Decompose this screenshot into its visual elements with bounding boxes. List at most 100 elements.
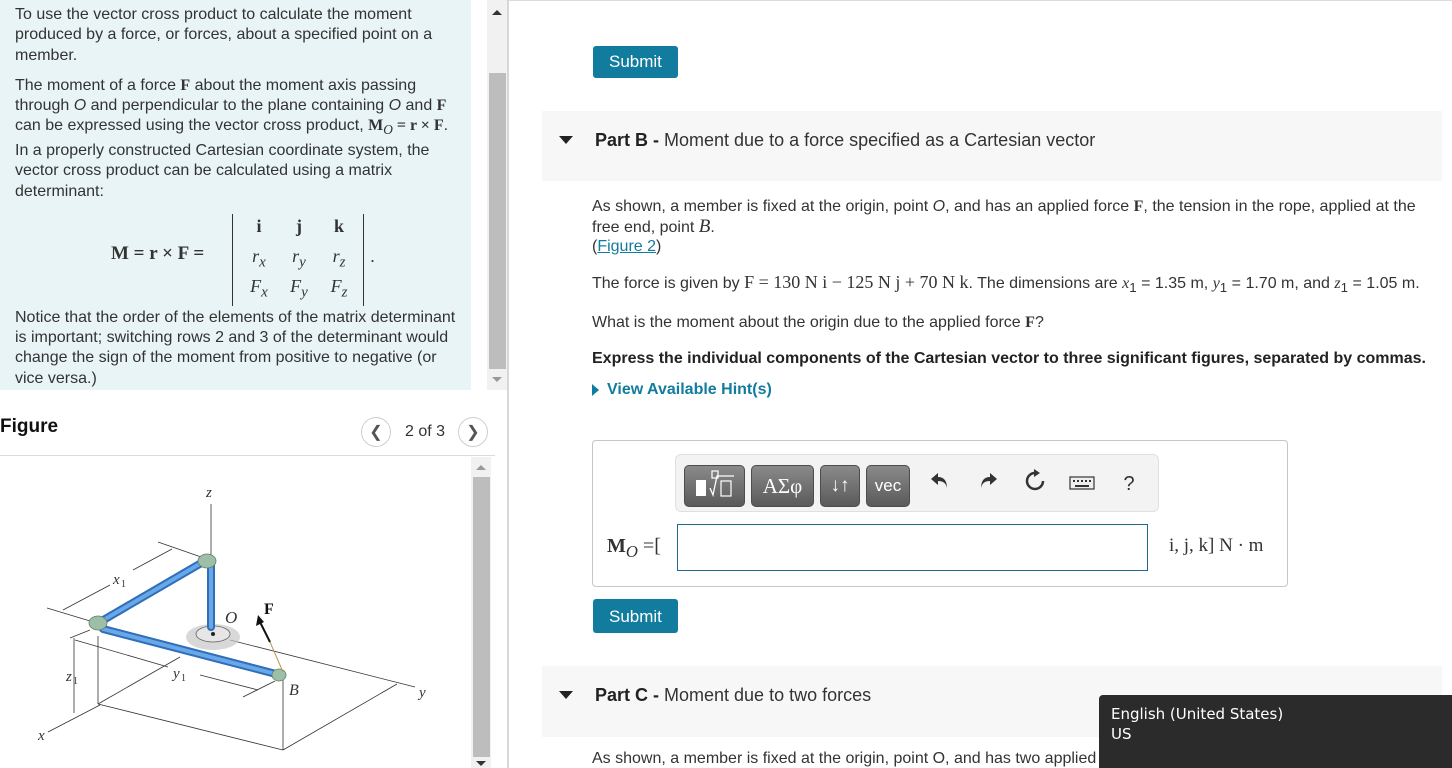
dim-line — [199, 674, 259, 691]
y1-value: = 1.70 m, and — [1227, 274, 1335, 292]
chevron-right-icon: ❯ — [466, 423, 480, 441]
vector-button[interactable]: vec — [866, 465, 910, 507]
determinant-formula: M = r × F = i j k rx ry rz Fx Fy Fz . — [15, 212, 456, 306]
dim-line — [132, 548, 173, 571]
math-F: F — [180, 76, 191, 94]
templates-button[interactable] — [684, 465, 745, 507]
figure-link-wrapper: (Figure 2) — [592, 238, 662, 255]
ground-line — [97, 703, 284, 751]
scroll-down-arrow-icon[interactable] — [476, 761, 486, 766]
det-rz: rz — [319, 246, 359, 273]
language-tooltip: English (United States) US — [1099, 695, 1452, 768]
intro-paragraph-2: The moment of a force F about the moment… — [15, 76, 456, 202]
label-y1: y — [171, 666, 180, 682]
dim-line — [242, 680, 276, 698]
y-axis-line — [229, 639, 416, 688]
det-ry: ry — [279, 246, 319, 273]
part-b-body: As shown, a member is fixed at the origi… — [592, 197, 1442, 400]
submit-button-part-a[interactable]: Submit — [593, 46, 678, 78]
det-Fx: Fx — [239, 276, 279, 303]
view-hints-toggle[interactable]: View Available Hint(s) — [592, 380, 1442, 400]
part-c-title: Part C - Moment due to two forces — [595, 685, 871, 706]
label-z: z — [205, 485, 212, 501]
sub: x — [259, 254, 266, 271]
reset-icon[interactable] — [1020, 469, 1050, 499]
figure-image: z x y x 1 y 1 z 1 O B F — [0, 457, 470, 768]
bracket: =[ — [637, 535, 661, 557]
origin-point — [211, 632, 215, 636]
scroll-up-arrow-icon[interactable] — [492, 10, 502, 15]
undo-icon[interactable] — [925, 469, 955, 499]
determinant-matrix: i j k rx ry rz Fx Fy Fz — [232, 213, 364, 306]
label-y1-sub: 1 — [181, 673, 186, 684]
keyboard-icon[interactable] — [1067, 469, 1097, 499]
part-b-question: What is the moment about the origin due … — [592, 313, 1442, 333]
help-icon[interactable]: ? — [1114, 469, 1144, 499]
figure-2-link[interactable]: Figure 2 — [597, 238, 656, 255]
tooltip-language: English (United States) — [1111, 705, 1284, 723]
elbow-joint — [197, 553, 217, 569]
part-b-header[interactable]: Part B - Moment due to a force specified… — [542, 111, 1442, 181]
ground-line — [282, 683, 398, 751]
right-pane: Submit Part B - Moment due to a force sp… — [509, 0, 1452, 768]
figure-prev-button[interactable]: ❮ — [361, 417, 391, 447]
part-b-instruction: Express the individual components of the… — [592, 349, 1426, 367]
text: and perpendicular to the plane containin… — [86, 97, 389, 115]
hint-label: View Available Hint(s) — [607, 381, 772, 399]
sub: x — [261, 284, 268, 301]
sub: 1 — [1340, 279, 1349, 295]
det-j: j — [296, 215, 302, 236]
math-O: O — [388, 97, 402, 115]
sub: y — [301, 284, 308, 301]
label-B: B — [289, 682, 299, 699]
math-y1: y — [1212, 274, 1220, 292]
math-B: B — [698, 215, 711, 237]
caret-down-icon — [559, 136, 573, 144]
answer-label: MO =[ — [607, 535, 661, 562]
math-F: F — [1133, 198, 1144, 215]
scroll-up-arrow-icon[interactable] — [476, 465, 486, 470]
formula-period: . — [370, 245, 376, 266]
text: ? — [1034, 314, 1044, 332]
dim-line — [69, 629, 91, 639]
F: F — [250, 275, 262, 296]
arrows-button[interactable]: ↓↑ — [820, 465, 860, 507]
text: , and has an applied force — [945, 198, 1134, 215]
figure-next-button[interactable]: ❯ — [458, 417, 488, 447]
F: F — [330, 275, 342, 296]
part-title-text: Moment due to a force specified as a Car… — [664, 130, 1096, 150]
text: . — [710, 218, 715, 236]
math-sub-O: O — [625, 542, 638, 561]
text: and — [401, 97, 437, 115]
det-k: k — [333, 215, 344, 236]
math-cross: = r × F — [392, 117, 444, 135]
part-title-text: Moment due to two forces — [664, 685, 872, 705]
math-F: F — [1025, 314, 1035, 332]
templates-icon — [695, 469, 734, 497]
greek-symbols-button[interactable]: ΑΣφ — [751, 465, 814, 507]
z1-value: = 1.05 m. — [1348, 274, 1420, 292]
text: As shown, a member is fixed at the origi… — [592, 198, 933, 215]
sub: 1 — [1129, 279, 1137, 295]
scroll-down-arrow-icon[interactable] — [492, 377, 502, 382]
sub: z — [339, 254, 346, 271]
label-O: O — [225, 608, 237, 627]
dim-line — [157, 541, 205, 559]
det-Fy: Fy — [279, 276, 319, 303]
figure-scrollbar[interactable] — [471, 457, 491, 768]
scrollbar-thumb[interactable] — [473, 477, 490, 757]
math-O: O — [73, 97, 87, 115]
moment-answer-input[interactable] — [677, 524, 1148, 571]
scrollbar-thumb[interactable] — [489, 73, 506, 369]
submit-button-part-b[interactable]: Submit — [593, 599, 678, 633]
text: What is the moment about the origin due … — [592, 314, 1026, 332]
r: r — [332, 245, 340, 266]
math-sub-O: O — [383, 122, 393, 138]
ground-line — [97, 656, 181, 705]
intro-paragraph-3: Notice that the order of the elements of… — [15, 308, 456, 387]
end-cap — [271, 668, 287, 682]
redo-icon[interactable] — [973, 469, 1003, 499]
label-z1-sub: 1 — [73, 676, 78, 687]
math-toolbar: ΑΣφ ↓↑ vec ? — [675, 454, 1159, 512]
intro-scrollbar[interactable] — [487, 0, 507, 390]
